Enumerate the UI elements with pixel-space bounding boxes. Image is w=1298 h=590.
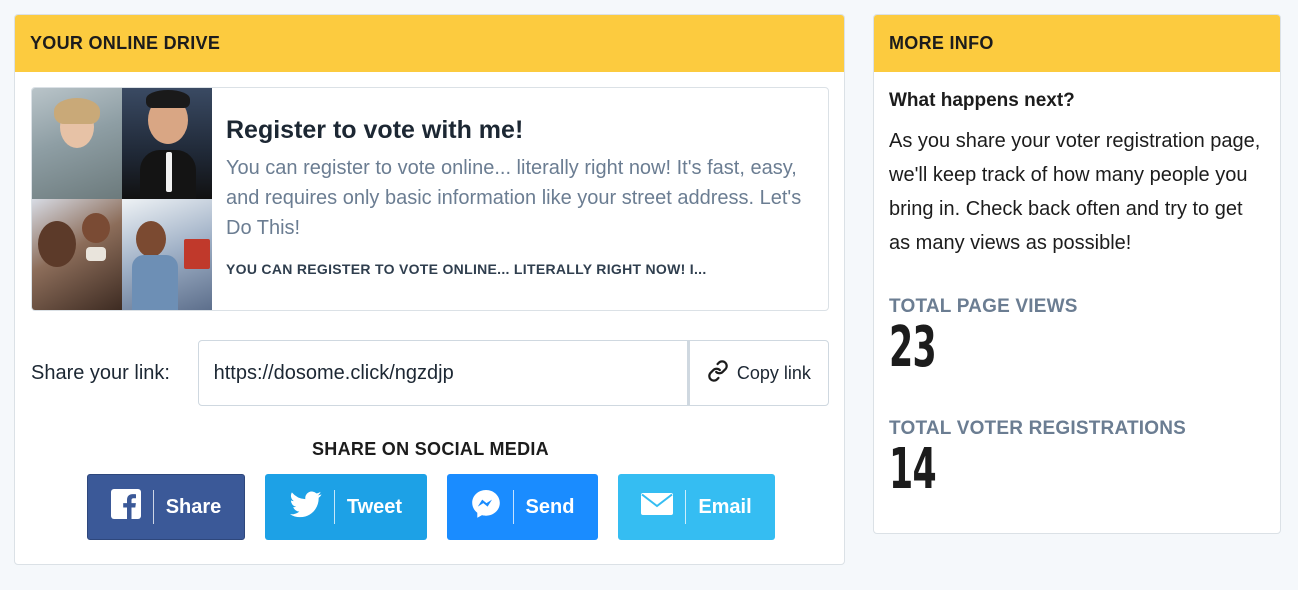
stat-page-views: TOTAL PAGE VIEWS 23 bbox=[889, 296, 1265, 378]
stat-label: TOTAL PAGE VIEWS bbox=[889, 296, 1078, 317]
button-divider bbox=[152, 490, 154, 524]
photo-man-smiling bbox=[122, 88, 212, 199]
more-info-card: MORE INFO What happens next? As you shar… bbox=[873, 14, 1281, 534]
button-divider bbox=[333, 490, 335, 524]
share-link-row: Share your link: Copy link bbox=[31, 340, 829, 406]
messenger-icon bbox=[471, 489, 501, 525]
info-text: As you share your voter registration pag… bbox=[889, 130, 1261, 254]
facebook-share-button[interactable]: Share bbox=[87, 474, 245, 540]
campaign-description: You can register to vote online... liter… bbox=[226, 157, 802, 239]
social-buttons: Share Tweet Send Email bbox=[87, 474, 775, 540]
online-drive-card: YOUR ONLINE DRIVE Register to vote with … bbox=[14, 14, 845, 565]
copy-link-label: Copy link bbox=[736, 362, 811, 383]
online-drive-header: YOUR ONLINE DRIVE bbox=[15, 15, 844, 72]
share-link-input[interactable] bbox=[197, 340, 688, 406]
campaign-preview[interactable]: Register to vote with me! You can regist… bbox=[31, 87, 829, 311]
twitter-icon bbox=[289, 491, 322, 524]
link-icon bbox=[707, 359, 729, 387]
social-media-title: SHARE ON SOCIAL MEDIA bbox=[312, 439, 549, 459]
messenger-send-label: Send bbox=[525, 495, 575, 518]
campaign-title: Register to vote with me! bbox=[226, 116, 524, 144]
envelope-icon bbox=[641, 493, 674, 521]
share-link-label: Share your link: bbox=[31, 361, 170, 384]
twitter-tweet-button[interactable]: Tweet bbox=[265, 474, 427, 540]
photo-woman-with-sticker bbox=[32, 88, 122, 199]
info-question: What happens next? bbox=[889, 90, 1075, 111]
email-share-button[interactable]: Email bbox=[618, 474, 775, 540]
button-divider bbox=[512, 490, 514, 524]
stat-value: 23 bbox=[889, 315, 937, 380]
copy-link-button[interactable]: Copy link bbox=[687, 340, 829, 406]
photo-woman-voting bbox=[122, 199, 212, 310]
button-divider bbox=[685, 490, 687, 524]
twitter-tweet-label: Tweet bbox=[346, 495, 403, 518]
stat-voter-registrations: TOTAL VOTER REGISTRATIONS 14 bbox=[889, 418, 1265, 500]
facebook-icon bbox=[110, 489, 141, 525]
photo-man-with-fist bbox=[32, 199, 122, 310]
campaign-caps-preview: YOU CAN REGISTER TO VOTE ONLINE... LITER… bbox=[226, 261, 707, 277]
more-info-header: MORE INFO bbox=[874, 15, 1280, 72]
stat-value: 14 bbox=[889, 437, 937, 502]
messenger-send-button[interactable]: Send bbox=[447, 474, 598, 540]
facebook-share-label: Share bbox=[165, 495, 222, 518]
email-share-label: Email bbox=[698, 495, 752, 518]
stat-label: TOTAL VOTER REGISTRATIONS bbox=[889, 418, 1187, 439]
campaign-photo-collage bbox=[32, 88, 212, 310]
